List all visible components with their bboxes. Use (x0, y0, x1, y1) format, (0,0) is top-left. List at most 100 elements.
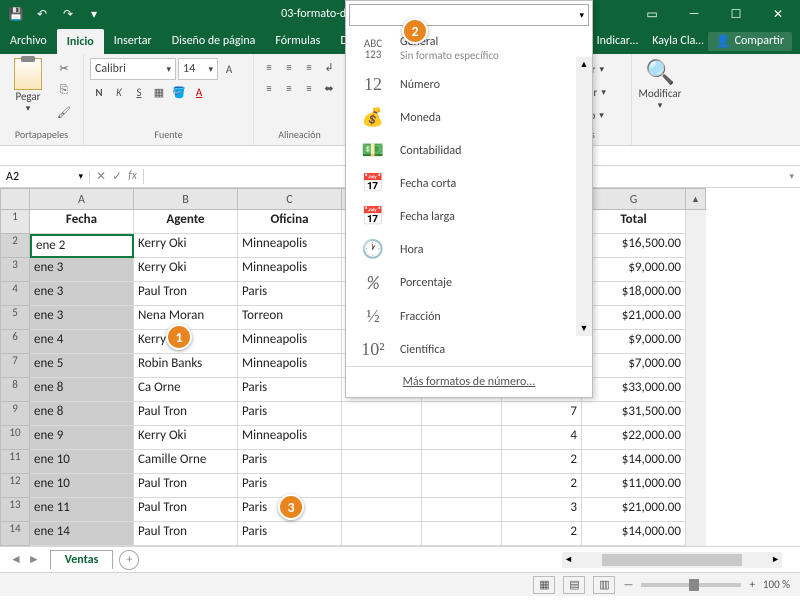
sheet-nav-next-icon[interactable]: ► (28, 552, 40, 567)
cell[interactable] (422, 450, 502, 474)
format-fraccion[interactable]: ½Fracción (346, 300, 592, 333)
vscroll[interactable] (686, 282, 706, 306)
vscroll[interactable] (686, 522, 706, 546)
bold-button[interactable]: N (90, 83, 108, 101)
cell[interactable]: $14,000.00 (582, 522, 686, 546)
cell[interactable] (342, 426, 422, 450)
row-header[interactable]: 11 (0, 450, 30, 474)
cell[interactable]: ene 14 (30, 522, 134, 546)
col-header-b[interactable]: B (134, 188, 238, 210)
normal-view-icon[interactable]: ▦ (533, 576, 555, 594)
more-number-formats[interactable]: Más formatos de número... (346, 366, 592, 397)
vscroll[interactable] (686, 210, 706, 234)
format-porcentaje[interactable]: %Porcentaje (346, 266, 592, 300)
tab-archivo[interactable]: Archivo (0, 28, 57, 54)
vscroll[interactable] (686, 354, 706, 378)
align-right-icon[interactable]: ≡ (300, 79, 318, 97)
cell[interactable]: $9,000.00 (582, 258, 686, 282)
row-header[interactable]: 2 (0, 234, 30, 258)
ribbon-options-icon[interactable]: ▭ (632, 0, 672, 28)
vscroll[interactable] (686, 330, 706, 354)
fill-color-button[interactable]: 🪣 (170, 83, 188, 101)
number-format-combo[interactable]: ▾ (349, 4, 589, 26)
vscroll[interactable] (686, 474, 706, 498)
row-header[interactable]: 9 (0, 402, 30, 426)
cell[interactable]: Kerry Oki (134, 234, 238, 258)
vscroll[interactable] (686, 402, 706, 426)
cell[interactable]: Paul Tron (134, 522, 238, 546)
page-break-view-icon[interactable]: ▥ (593, 576, 615, 594)
cell[interactable]: Fecha (30, 210, 134, 234)
zoom-slider[interactable] (641, 583, 741, 587)
underline-button[interactable]: S (130, 83, 148, 101)
tab-formulas[interactable]: Fórmulas (265, 28, 330, 54)
cell[interactable]: ene 3 (30, 258, 134, 282)
maximize-button[interactable]: ☐ (716, 0, 756, 28)
sheet-tab-ventas[interactable]: Ventas (50, 550, 114, 569)
format-hora[interactable]: 🕐Hora (346, 233, 592, 266)
cell[interactable]: Kerry Oki (134, 426, 238, 450)
user-name[interactable]: Kayla Cla… (652, 34, 703, 48)
cell[interactable]: Ca Orne (134, 378, 238, 402)
cancel-fx-icon[interactable]: ✕ (96, 169, 106, 184)
col-header-a[interactable]: A (30, 188, 134, 210)
font-color-button[interactable]: A (190, 83, 208, 101)
dropdown-scrollbar[interactable]: ▲▼ (576, 57, 592, 336)
row-header[interactable]: 3 (0, 258, 30, 282)
cell[interactable] (422, 402, 502, 426)
font-name-combo[interactable]: Calibri ▾ (90, 58, 176, 80)
cell[interactable]: ene 11 (30, 498, 134, 522)
select-all-corner[interactable] (0, 188, 30, 210)
cell[interactable]: ene 8 (30, 402, 134, 426)
fx-icon[interactable]: fx (128, 169, 137, 184)
cell[interactable]: Minneapolis (238, 234, 342, 258)
row-header[interactable]: 14 (0, 522, 30, 546)
cell[interactable]: $33,000.00 (582, 378, 686, 402)
close-button[interactable]: ✕ (758, 0, 798, 28)
cell[interactable]: Kerry Oki (134, 258, 238, 282)
redo-icon[interactable]: ↷ (58, 4, 78, 24)
cell[interactable]: Minneapolis (238, 330, 342, 354)
cell[interactable]: 4 (502, 426, 582, 450)
cell[interactable]: $11,000.00 (582, 474, 686, 498)
cell[interactable] (342, 474, 422, 498)
cell[interactable]: ene 3 (30, 282, 134, 306)
row-header[interactable]: 12 (0, 474, 30, 498)
add-sheet-button[interactable]: + (119, 550, 139, 570)
cell[interactable]: $14,000.00 (582, 450, 686, 474)
cell[interactable] (342, 498, 422, 522)
align-center-icon[interactable]: ≡ (280, 79, 298, 97)
cell[interactable]: ene 2 (30, 234, 134, 258)
italic-button[interactable]: K (110, 83, 128, 101)
cell[interactable]: Paris (238, 522, 342, 546)
name-box[interactable]: A2▾ (0, 170, 90, 184)
row-header[interactable]: 10 (0, 426, 30, 450)
align-middle-icon[interactable]: ≡ (280, 58, 298, 76)
cell[interactable]: $31,500.00 (582, 402, 686, 426)
merge-icon[interactable]: ⬌ (320, 79, 338, 97)
cell[interactable]: 2 (502, 522, 582, 546)
cell[interactable]: ene 10 (30, 474, 134, 498)
row-header[interactable]: 5 (0, 306, 30, 330)
vscroll-top[interactable]: ▲ (686, 188, 706, 210)
cell[interactable]: ene 4 (30, 330, 134, 354)
cut-icon[interactable]: ✂ (54, 58, 74, 78)
sheet-nav-prev-icon[interactable]: ◄ (10, 552, 22, 567)
paste-button[interactable]: Pegar ▾ (6, 58, 50, 128)
vscroll[interactable] (686, 234, 706, 258)
horizontal-scrollbar[interactable]: ◄► (562, 552, 782, 568)
page-layout-view-icon[interactable]: ▤ (563, 576, 585, 594)
cell[interactable]: 3 (502, 498, 582, 522)
format-cientifica[interactable]: 10²Científica (346, 333, 592, 366)
cell[interactable] (422, 474, 502, 498)
wrap-text-icon[interactable]: ↲ (320, 58, 338, 76)
format-numero[interactable]: 12Número (346, 68, 592, 101)
border-button[interactable]: ▦ (150, 83, 168, 101)
row-header[interactable]: 7 (0, 354, 30, 378)
format-painter-icon[interactable]: 🖌 (54, 102, 74, 122)
expand-fxbar-icon[interactable]: ▾ (783, 171, 800, 182)
cell[interactable] (422, 498, 502, 522)
cell[interactable] (342, 402, 422, 426)
vscroll[interactable] (686, 498, 706, 522)
cell[interactable]: Paris (238, 282, 342, 306)
